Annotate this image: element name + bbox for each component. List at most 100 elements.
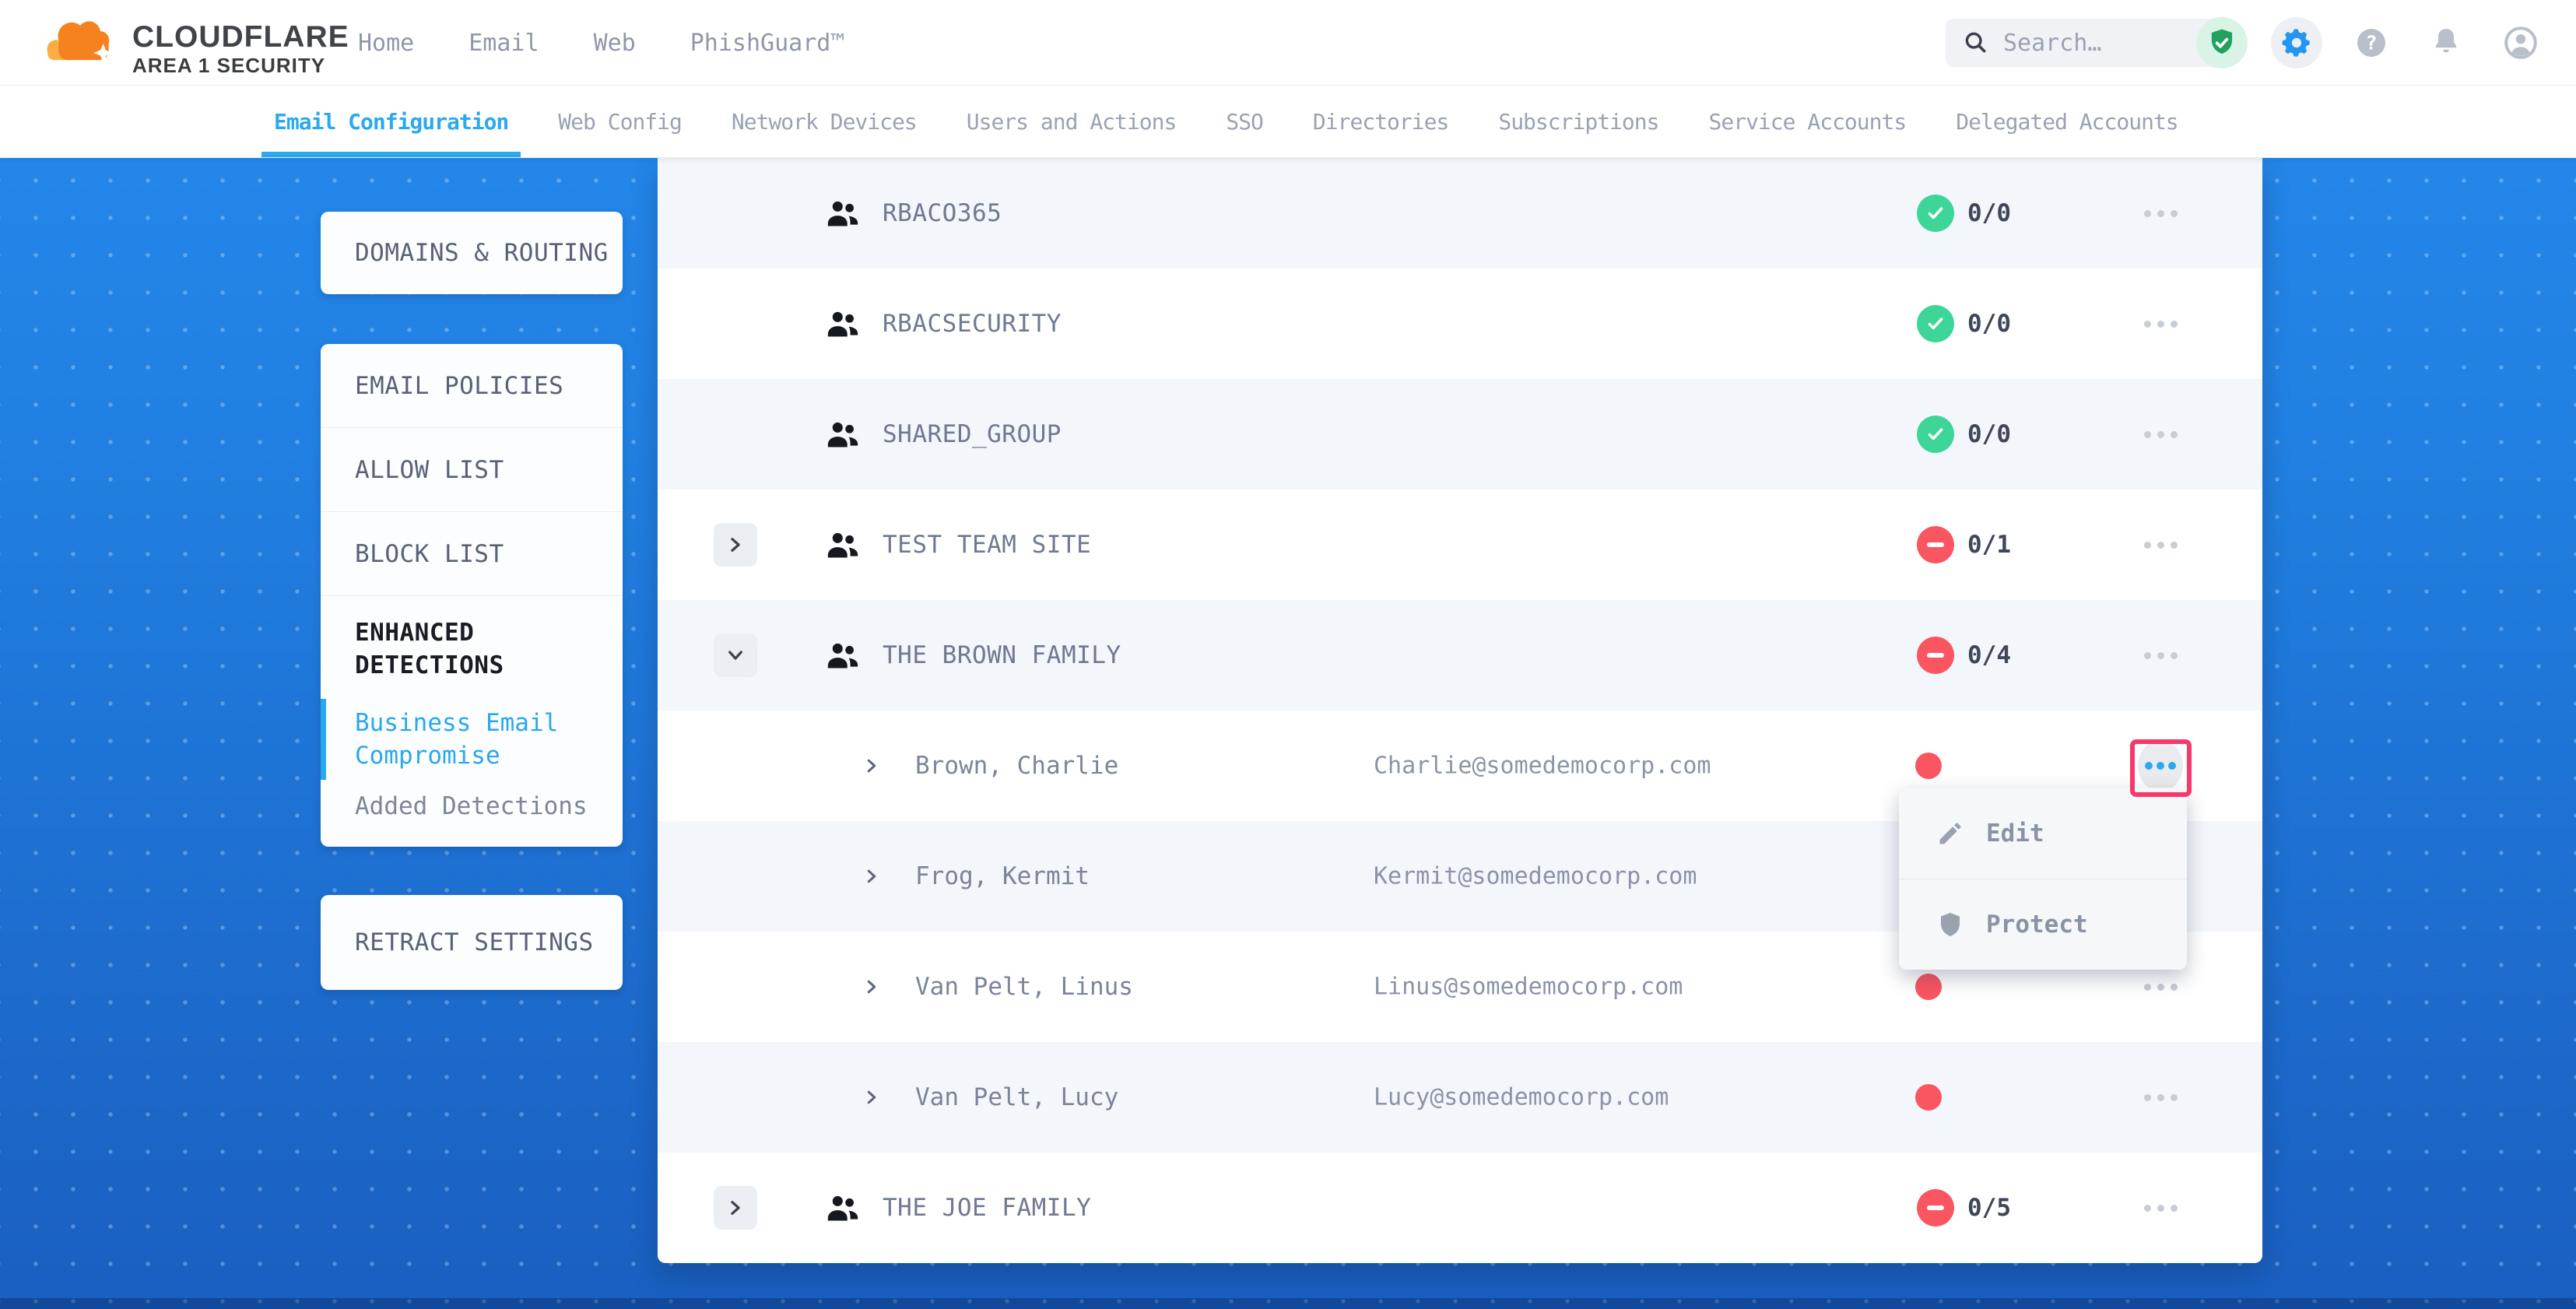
- member-email: Kermit@somedemocorp.com: [1374, 863, 1697, 890]
- member-name: Van Pelt, Lucy: [915, 1083, 1118, 1111]
- status-badge-ok: [1917, 305, 1954, 342]
- protected-count: 0/0: [1967, 420, 2011, 448]
- tab-web-config[interactable]: Web Config: [555, 86, 685, 157]
- minus-icon: [1927, 1205, 1944, 1210]
- row-menu-button[interactable]: [2133, 297, 2188, 351]
- gear-icon[interactable]: [2271, 17, 2322, 68]
- sidebar-item-enhanced-detections[interactable]: ENHANCED DETECTIONS: [355, 616, 595, 682]
- member-name: Van Pelt, Linus: [915, 973, 1133, 1001]
- sidebar-item-business-email-compromise[interactable]: Business Email Compromise: [355, 702, 595, 777]
- member-chevron-right-icon: [862, 867, 881, 886]
- collapse-chevron-down-button[interactable]: [714, 633, 757, 677]
- table-row-member[interactable]: Van Pelt, Lucy Lucy@somedemocorp.com: [658, 1042, 2262, 1153]
- member-chevron-right-icon: [862, 977, 881, 996]
- svg-text:?: ?: [2365, 31, 2377, 54]
- header-icons: ?: [2196, 0, 2546, 86]
- expand-chevron-right-button[interactable]: [714, 523, 757, 567]
- member-name: Frog, Kermit: [915, 862, 1090, 890]
- row-menu-button[interactable]: [2133, 186, 2188, 240]
- logo-brand: CLOUDFLARE: [132, 22, 349, 53]
- sidebar-item-domains-routing[interactable]: DOMAINS & ROUTING: [321, 212, 623, 294]
- member-email: Charlie@somedemocorp.com: [1374, 753, 1711, 780]
- pencil-icon: [1936, 819, 1964, 848]
- minus-icon: [1927, 542, 1944, 547]
- row-menu-button[interactable]: [2133, 1181, 2188, 1235]
- tab-sso[interactable]: SSO: [1223, 86, 1266, 157]
- group-name: THE BROWN FAMILY: [883, 641, 1121, 669]
- logo-subtitle: AREA 1 SECURITY: [132, 53, 349, 78]
- sidebar-section-enhanced-detections: ENHANCED DETECTIONS Business Email Compr…: [321, 596, 623, 847]
- table-row-group[interactable]: TEST TEAM SITE 0/1: [658, 490, 2262, 600]
- tab-delegated-accounts[interactable]: Delegated Accounts: [1953, 86, 2181, 157]
- nav-web[interactable]: Web: [594, 30, 636, 57]
- sidebar-item-block-list[interactable]: BLOCK LIST: [321, 512, 623, 596]
- protected-count: 0/0: [1967, 199, 2011, 227]
- group-people-icon: [825, 1192, 861, 1223]
- table-row-group[interactable]: THE BROWN FAMILY 0/4: [658, 600, 2262, 711]
- tab-service-accounts[interactable]: Service Accounts: [1706, 86, 1910, 157]
- status-badge-error: [1917, 526, 1954, 563]
- menu-item-protect[interactable]: Protect: [1899, 879, 2187, 970]
- unprotected-dot: [1915, 753, 1942, 779]
- sidebar-item-added-detections[interactable]: Added Detections: [355, 792, 595, 820]
- status-badge-error: [1917, 1189, 1954, 1227]
- expand-chevron-right-button[interactable]: [714, 1186, 757, 1230]
- group-people-icon: [825, 529, 861, 560]
- status-badge-ok: [1917, 195, 1954, 232]
- search-input[interactable]: [2003, 30, 2206, 57]
- sidebar-item-allow-list[interactable]: ALLOW LIST: [321, 428, 623, 512]
- account-icon[interactable]: [2495, 17, 2546, 68]
- group-name: SHARED_GROUP: [883, 420, 1062, 448]
- member-name: Brown, Charlie: [915, 752, 1118, 780]
- shield-icon: [1936, 911, 1964, 939]
- row-menu-button[interactable]: [2133, 518, 2188, 572]
- group-name: RBACSECURITY: [883, 310, 1062, 338]
- menu-item-edit[interactable]: Edit: [1899, 788, 2187, 879]
- status-badge-error: [1917, 637, 1954, 674]
- tab-network-devices[interactable]: Network Devices: [728, 86, 920, 157]
- nav-email[interactable]: Email: [469, 30, 539, 57]
- group-people-icon: [825, 640, 861, 671]
- shield-check-icon[interactable]: [2196, 17, 2248, 68]
- tab-email-configuration[interactable]: Email Configuration: [271, 86, 511, 157]
- protected-count: 0/5: [1967, 1194, 2011, 1222]
- protected-count: 0/4: [1967, 641, 2011, 669]
- protected-count: 0/1: [1967, 531, 2011, 559]
- groups-table-panel: RBACO365 0/0 RBACSECURITY 0/0 SHARED_GRO…: [658, 158, 2262, 1263]
- sidebar-policies-card: EMAIL POLICIES ALLOW LIST BLOCK LIST ENH…: [321, 344, 623, 847]
- nav-home[interactable]: Home: [358, 30, 414, 57]
- help-icon[interactable]: ?: [2346, 17, 2397, 68]
- group-people-icon: [825, 419, 861, 450]
- tab-directories[interactable]: Directories: [1310, 86, 1451, 157]
- member-email: Linus@somedemocorp.com: [1374, 974, 1683, 1001]
- left-sidebar: DOMAINS & ROUTING EMAIL POLICIES ALLOW L…: [321, 212, 623, 990]
- group-people-icon: [825, 308, 861, 339]
- top-nav: Home Email Web PhishGuard™: [358, 0, 844, 86]
- cloudflare-cloud-icon: [39, 8, 126, 76]
- area1-security-console: { "colors": { "accent_blue": "#29a8f0", …: [0, 0, 2576, 1309]
- table-row-group[interactable]: SHARED_GROUP 0/0: [658, 379, 2262, 490]
- row-context-menu: Edit Protect: [1899, 788, 2187, 970]
- group-name: TEST TEAM SITE: [883, 531, 1091, 559]
- search-icon: [1963, 30, 1989, 56]
- cloudflare-logo[interactable]: CLOUDFLARE AREA 1 SECURITY: [39, 8, 349, 78]
- logo-text: CLOUDFLARE AREA 1 SECURITY: [132, 22, 349, 78]
- search-box[interactable]: [1946, 19, 2227, 67]
- row-menu-button[interactable]: [2133, 1070, 2188, 1125]
- sidebar-item-email-policies[interactable]: EMAIL POLICIES: [321, 344, 623, 428]
- bell-icon[interactable]: [2420, 17, 2472, 68]
- member-chevron-right-icon: [862, 756, 881, 775]
- row-menu-button[interactable]: [2133, 628, 2188, 683]
- sidebar-item-retract-settings[interactable]: RETRACT SETTINGS: [321, 895, 623, 990]
- table-row-group[interactable]: THE JOE FAMILY 0/5: [658, 1153, 2262, 1263]
- tab-subscriptions[interactable]: Subscriptions: [1495, 86, 1662, 157]
- tab-users-and-actions[interactable]: Users and Actions: [963, 86, 1180, 157]
- member-chevron-right-icon: [862, 1088, 881, 1107]
- row-menu-button[interactable]: [2133, 407, 2188, 461]
- table-row-group[interactable]: RBACSECURITY 0/0: [658, 268, 2262, 379]
- unprotected-dot: [1915, 974, 1942, 1000]
- nav-phishguard[interactable]: PhishGuard™: [690, 30, 845, 57]
- group-name: RBACO365: [883, 199, 1002, 227]
- table-row-group[interactable]: RBACO365 0/0: [658, 158, 2262, 268]
- menu-item-protect-label: Protect: [1986, 911, 2088, 939]
